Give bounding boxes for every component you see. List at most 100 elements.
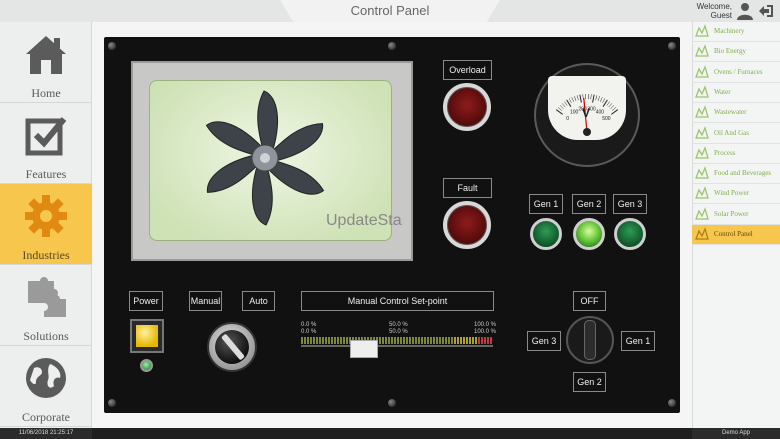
track-segment (406, 337, 408, 344)
track-segment (454, 337, 456, 344)
track-segment (379, 337, 381, 344)
submenu-item-water[interactable]: Water (692, 83, 780, 103)
track-segment (424, 337, 426, 344)
power-led (140, 359, 153, 372)
selector-gen2-label: Gen 2 (573, 372, 606, 392)
track-segment (442, 337, 444, 344)
track-segment (466, 337, 468, 344)
footer-datetime: 11/06/2018 21:25:17 (0, 428, 92, 439)
screw-icon (668, 399, 676, 407)
submenu-label: Food and Beverages (714, 169, 772, 178)
track-segment (382, 337, 384, 344)
submenu-label: Wind Power (714, 189, 749, 198)
track-segment (328, 337, 330, 344)
home-icon (26, 36, 66, 74)
overload-label: Overload (443, 60, 492, 80)
power-button[interactable] (130, 319, 164, 353)
nav-item-corporate[interactable]: Corporate (0, 346, 92, 427)
gauge-tick-label: 500 (602, 116, 611, 122)
user-icon[interactable] (736, 2, 754, 20)
gen1-label: Gen 1 (529, 194, 563, 214)
nav-item-solutions[interactable]: Solutions (0, 265, 92, 346)
food-icon (695, 166, 709, 179)
gauge-tick (579, 94, 582, 103)
gen1-lamp (530, 218, 562, 250)
manual-auto-switch[interactable] (207, 322, 257, 372)
track-segment (334, 337, 336, 344)
track-segment (394, 337, 396, 344)
gauge-tick (559, 105, 564, 109)
submenu-item-process[interactable]: Process (692, 144, 780, 164)
nav-label-home: Home (31, 86, 61, 100)
gauge-tick (571, 97, 574, 102)
track-segment (391, 337, 393, 344)
submenu-item-wind-power[interactable]: Wind Power (692, 184, 780, 205)
gear-icon (25, 195, 67, 237)
nav-item-home[interactable]: Home (0, 22, 92, 103)
logout-icon[interactable] (758, 3, 774, 19)
track-segment (322, 337, 324, 344)
water-icon (695, 84, 709, 98)
gauge-tick (574, 96, 577, 101)
setpoint-slider-thumb[interactable] (350, 340, 379, 358)
track-segment (448, 337, 450, 344)
nav-item-features[interactable]: Features (0, 103, 92, 184)
track-segment (451, 337, 453, 344)
track-segment (478, 337, 480, 344)
track-segment (325, 337, 327, 344)
track-segment (319, 337, 321, 344)
gauge-tick (576, 95, 579, 101)
username: Guest (710, 11, 732, 20)
globe-icon (26, 358, 66, 398)
nav-label-corporate: Corporate (22, 410, 70, 424)
submenu-item-food-and-beverages[interactable]: Food and Beverages (692, 164, 780, 185)
track-segment (397, 337, 399, 344)
submenu-item-wastewater[interactable]: Wastewater (692, 103, 780, 124)
gauge-tick (557, 107, 563, 111)
generator-selector-switch[interactable] (566, 316, 614, 364)
gauge-tick (597, 96, 600, 101)
bio-energy-icon (695, 44, 709, 57)
gauge-tick (590, 94, 592, 100)
submenu-item-machinery[interactable]: Machinery (692, 22, 780, 42)
selector-gen3-label: Gen 3 (527, 331, 561, 351)
track-segment (403, 337, 405, 344)
nav-item-industries[interactable]: Industries (0, 184, 92, 265)
selector-gen1-label: Gen 1 (621, 331, 655, 351)
gauge-tick (602, 98, 606, 104)
oven-icon (695, 64, 709, 78)
track-segment (421, 337, 423, 344)
setpoint-label: Manual Control Set-point (301, 291, 494, 311)
submenu-item-control-panel[interactable]: Control Panel (692, 225, 780, 245)
submenu-item-ovens-furnaces[interactable]: Ovens / Furnaces (692, 63, 780, 83)
scale-left: 0.0 % 0.0 % (301, 322, 317, 335)
track-segment (418, 337, 420, 344)
track-segment (331, 337, 333, 344)
submenu-label: Control Panel (714, 230, 753, 238)
track-segment (409, 337, 411, 344)
submenu-item-bio-energy[interactable]: Bio Energy (692, 42, 780, 63)
track-segment (475, 337, 477, 344)
setpoint-track[interactable] (301, 337, 493, 348)
track-segment (457, 337, 459, 344)
track-segment (337, 337, 339, 344)
track-segment (400, 337, 402, 344)
power-button-face (136, 325, 158, 347)
submenu-item-oil-and-gas[interactable]: Oil And Gas (692, 124, 780, 144)
track-segment (340, 337, 342, 344)
screw-icon (108, 399, 116, 407)
gauge-tick (582, 94, 584, 100)
submenu-item-solar-power[interactable]: Solar Power (692, 205, 780, 225)
checkbox-icon (25, 117, 67, 156)
track-segment (481, 337, 483, 344)
track-segment (427, 337, 429, 344)
track-segment (343, 337, 345, 344)
track-segment (415, 337, 417, 344)
screw-icon (388, 42, 396, 50)
overload-lamp (443, 83, 491, 131)
gauge-tick (568, 98, 572, 104)
machinery-icon (695, 24, 709, 37)
track-segment (487, 337, 489, 344)
track-segment (313, 337, 315, 344)
screw-icon (108, 42, 116, 50)
